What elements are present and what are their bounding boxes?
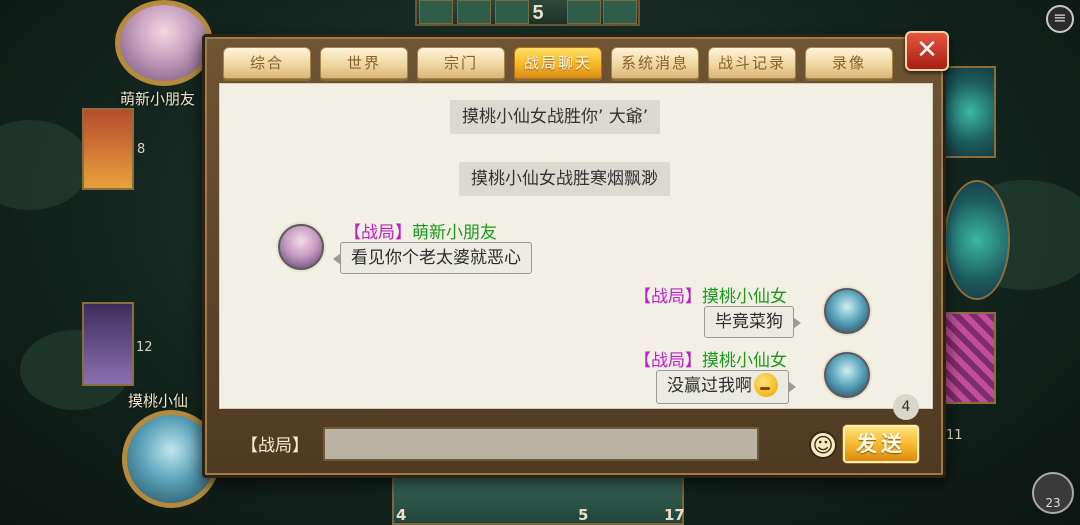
channel-tag: 【战局】 [634, 351, 702, 371]
close-button[interactable]: ✕ [905, 31, 949, 71]
emoji-button[interactable]: ☺ [809, 431, 837, 459]
message-sender: 【战局】摸桃小仙女 [634, 282, 787, 307]
self-hand-strip [392, 476, 684, 525]
sender-nickname[interactable]: 摸桃小仙女 [702, 287, 787, 307]
message-sender: 【战局】摸桃小仙女 [634, 346, 787, 371]
tab-world[interactable]: 世界 [320, 47, 408, 79]
self-card-count: 12 [136, 340, 153, 355]
system-message: 摸桃小仙女战胜你’ 大爺’ [450, 100, 661, 134]
tab-sect[interactable]: 宗门 [417, 47, 505, 79]
chat-message-list[interactable]: 摸桃小仙女战胜你’ 大爺’ 摸桃小仙女战胜寒烟飘渺 【战局】萌新小朋友 看见你个… [219, 83, 933, 409]
message-bubble: 没赢过我啊 [656, 370, 796, 404]
menu-button[interactable]: ≡ [1046, 5, 1074, 33]
sender-avatar[interactable] [824, 288, 870, 334]
tab-battle-log[interactable]: 战斗记录 [708, 47, 796, 79]
message-text: 没赢过我啊 [667, 376, 752, 396]
channel-tag: 【战局】 [344, 223, 412, 243]
opponent-card[interactable] [82, 108, 134, 190]
send-button[interactable]: 发送 [843, 425, 919, 463]
tab-general[interactable]: 综合 [223, 47, 311, 79]
smile-icon: ☺ [812, 433, 834, 457]
thinking-face-emoji-icon [754, 373, 778, 397]
chat-input-row: 【战局】 ☺ 发送 [219, 423, 933, 465]
close-icon: ✕ [916, 35, 938, 65]
unread-count-badge[interactable]: 4 [893, 394, 919, 420]
self-field-card[interactable] [944, 312, 996, 404]
message-bubble: 毕竟菜狗 [704, 306, 801, 338]
tab-replay[interactable]: 录像 [805, 47, 893, 79]
deck-medallion [944, 180, 1010, 300]
friends-count: 23 [1045, 496, 1061, 510]
message-sender: 【战局】萌新小朋友 [344, 218, 497, 243]
hand-card-count: 4 [396, 506, 407, 524]
deck-count: 11 [946, 428, 963, 443]
self-card[interactable] [82, 302, 134, 386]
menu-icon: ≡ [1053, 8, 1067, 27]
card-back [603, 0, 637, 24]
opponent-hand-count: 5 [532, 2, 544, 24]
leaf-decoration [0, 120, 90, 210]
self-name: 摸桃小仙 [128, 392, 189, 410]
opponent-field-card[interactable] [944, 66, 996, 158]
card-back [567, 0, 601, 24]
opponent-name: 萌新小朋友 [120, 90, 196, 108]
hand-card-count: 17 [664, 506, 685, 524]
card-back [457, 0, 491, 24]
chat-dialog: 综合 世界 宗门 战局聊天 系统消息 战斗记录 录像 ✕ 摸桃小仙女战胜你’ 大… [202, 31, 949, 478]
opponent-card-count: 8 [137, 142, 146, 157]
sender-nickname[interactable]: 萌新小朋友 [412, 223, 497, 243]
hand-card-count: 5 [578, 506, 589, 524]
input-channel-label: 【战局】 [241, 436, 309, 456]
message-input[interactable] [323, 427, 759, 461]
tab-battle-chat[interactable]: 战局聊天 [514, 47, 602, 79]
friends-button[interactable]: 23 [1032, 472, 1074, 514]
message-bubble: 看见你个老太婆就恶心 [333, 242, 532, 274]
sender-avatar[interactable] [824, 352, 870, 398]
system-message: 摸桃小仙女战胜寒烟飘渺 [459, 162, 670, 196]
card-back [419, 0, 453, 24]
channel-tag: 【战局】 [634, 287, 702, 307]
opponent-avatar[interactable] [115, 0, 213, 86]
sender-avatar[interactable] [278, 224, 324, 270]
tab-system-messages[interactable]: 系统消息 [611, 47, 699, 79]
sender-nickname[interactable]: 摸桃小仙女 [702, 351, 787, 371]
